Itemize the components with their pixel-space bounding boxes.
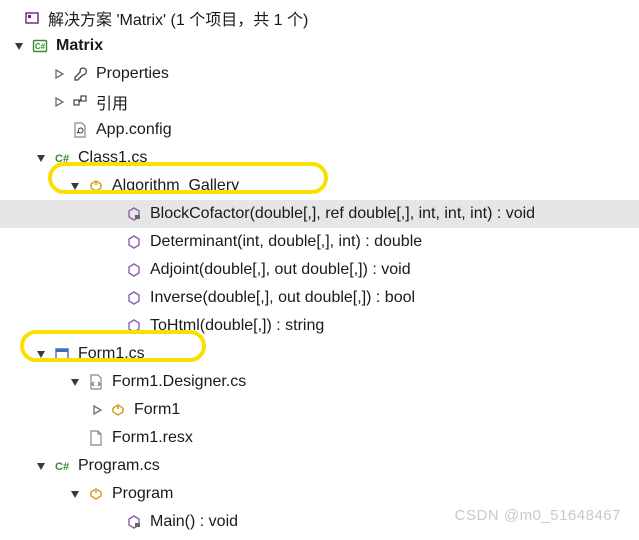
- references-icon: [70, 92, 90, 112]
- properties-node[interactable]: Properties: [0, 60, 639, 88]
- references-node[interactable]: 引用: [0, 88, 639, 116]
- form1-class-label: Form1: [132, 401, 180, 419]
- expand-arrow[interactable]: [50, 93, 68, 111]
- codefile-icon: [86, 372, 106, 392]
- expand-arrow[interactable]: [32, 457, 50, 475]
- expand-arrow[interactable]: [50, 65, 68, 83]
- project-label: Matrix: [54, 37, 103, 55]
- csfile-icon: [52, 148, 72, 168]
- class-icon: [86, 176, 106, 196]
- form1-class-node[interactable]: Form1: [0, 396, 639, 424]
- expand-arrow[interactable]: [66, 373, 84, 391]
- appconfig-label: App.config: [94, 121, 172, 139]
- method-label: Inverse(double[,], out double[,]) : bool: [148, 289, 415, 307]
- method-icon: [124, 288, 144, 308]
- wrench-icon: [70, 64, 90, 84]
- references-label: 引用: [94, 90, 128, 114]
- form-icon: [52, 344, 72, 364]
- method-icon: [124, 232, 144, 252]
- method-label: Main() : void: [148, 513, 238, 531]
- csfile-icon: [52, 456, 72, 476]
- method-node[interactable]: BlockCofactor(double[,], ref double[,], …: [0, 200, 639, 228]
- method-label: Adjoint(double[,], out double[,]) : void: [148, 261, 411, 279]
- expand-arrow[interactable]: [10, 37, 28, 55]
- method-icon: [124, 260, 144, 280]
- file-icon: [86, 428, 106, 448]
- program-class-label: Program: [110, 485, 173, 503]
- form1-resx-label: Form1.resx: [110, 429, 193, 447]
- method-icon: [124, 316, 144, 336]
- method-label: ToHtml(double[,]) : string: [148, 317, 324, 335]
- class-icon: [108, 400, 128, 420]
- form1-designer-label: Form1.Designer.cs: [110, 373, 246, 391]
- watermark: CSDN @m0_51648467: [455, 507, 621, 524]
- program-file-node[interactable]: Program.cs: [0, 452, 639, 480]
- form1-file-node[interactable]: Form1.cs: [0, 340, 639, 368]
- algorithm-gallery-class-node[interactable]: Algorithm_Gallery: [0, 172, 639, 200]
- class1-file-label: Class1.cs: [76, 149, 147, 167]
- method-node[interactable]: Adjoint(double[,], out double[,]) : void: [0, 256, 639, 284]
- appconfig-node[interactable]: App.config: [0, 116, 639, 144]
- form1-file-label: Form1.cs: [76, 345, 145, 363]
- form1-designer-node[interactable]: Form1.Designer.cs: [0, 368, 639, 396]
- config-icon: [70, 120, 90, 140]
- method-node[interactable]: Determinant(int, double[,], int) : doubl…: [0, 228, 639, 256]
- solution-icon: [22, 8, 42, 28]
- solution-label: 解决方案 'Matrix' (1 个项目，共 1 个): [46, 6, 308, 30]
- method-label: Determinant(int, double[,], int) : doubl…: [148, 233, 422, 251]
- csproj-icon: [30, 36, 50, 56]
- expand-arrow[interactable]: [66, 485, 84, 503]
- method-icon: [124, 204, 144, 224]
- class-icon: [86, 484, 106, 504]
- project-node[interactable]: Matrix: [0, 32, 639, 60]
- method-node[interactable]: ToHtml(double[,]) : string: [0, 312, 639, 340]
- expand-arrow[interactable]: [66, 177, 84, 195]
- expand-arrow[interactable]: [88, 401, 106, 419]
- method-label: BlockCofactor(double[,], ref double[,], …: [148, 205, 535, 223]
- properties-label: Properties: [94, 65, 169, 83]
- method-node[interactable]: Inverse(double[,], out double[,]) : bool: [0, 284, 639, 312]
- program-file-label: Program.cs: [76, 457, 160, 475]
- solution-explorer-tree: 解决方案 'Matrix' (1 个项目，共 1 个) Matrix Prope…: [0, 0, 639, 540]
- solution-node[interactable]: 解决方案 'Matrix' (1 个项目，共 1 个): [0, 4, 639, 32]
- program-class-node[interactable]: Program: [0, 480, 639, 508]
- expand-arrow[interactable]: [32, 345, 50, 363]
- class-label: Algorithm_Gallery: [110, 177, 239, 195]
- form1-resx-node[interactable]: Form1.resx: [0, 424, 639, 452]
- method-icon: [124, 512, 144, 532]
- class1-file-node[interactable]: Class1.cs: [0, 144, 639, 172]
- expand-arrow[interactable]: [32, 149, 50, 167]
